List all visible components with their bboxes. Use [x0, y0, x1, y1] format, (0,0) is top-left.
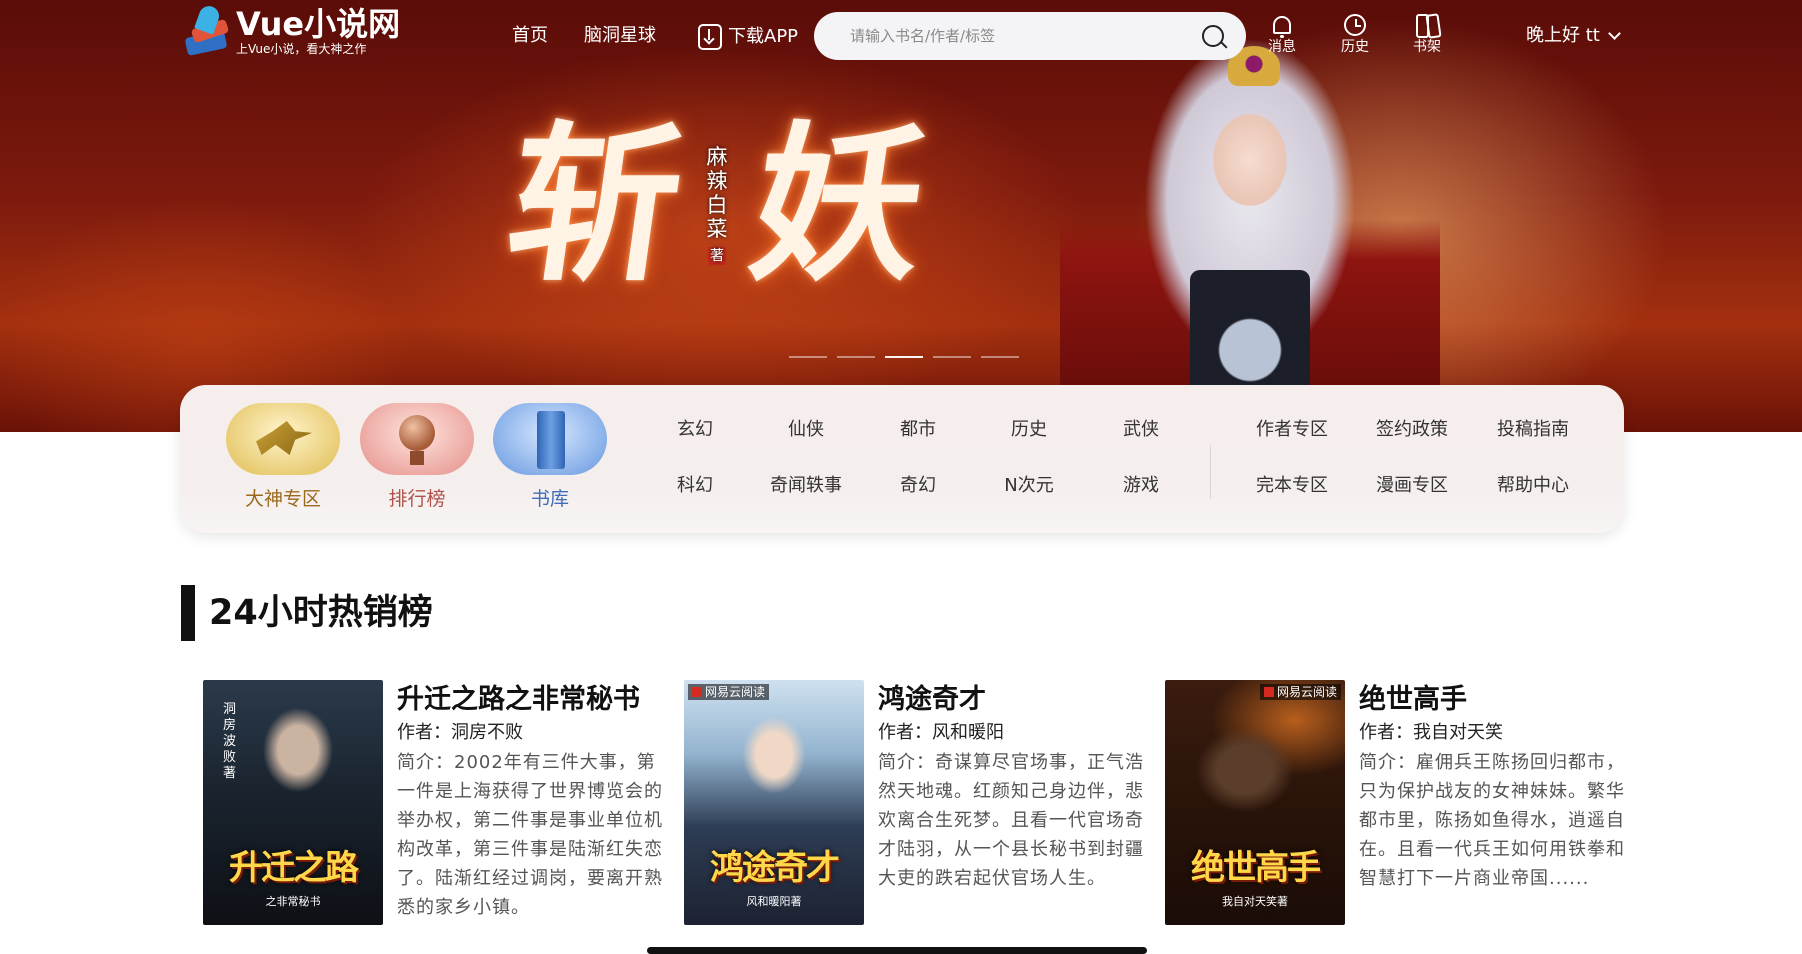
book-title[interactable]: 绝世高手	[1359, 680, 1629, 720]
category-panel: 大神专区 排行榜 书库 玄幻 仙侠 都市 历史 武侠 科幻 奇闻轶事 奇幻 N次…	[180, 385, 1624, 533]
genre-anecdotes[interactable]: 奇闻轶事	[756, 474, 856, 498]
bell-icon	[1273, 16, 1291, 38]
cover-author: 洞房波败著	[223, 702, 237, 781]
banner-author: 麻辣白菜 著	[702, 145, 732, 265]
cover-title: 鸿途奇才	[710, 848, 840, 888]
cover-subtitle: 风和暖阳著	[746, 895, 802, 908]
zone-rankings[interactable]: 排行榜	[360, 403, 474, 511]
nav-link-brain-planet[interactable]: 脑洞星球	[584, 24, 656, 48]
genre-wuxia[interactable]: 武侠	[1091, 418, 1191, 442]
medal-icon	[360, 403, 474, 475]
banner-author-seal: 著	[708, 247, 727, 265]
search-input[interactable]	[850, 27, 1202, 45]
nav-messages-button[interactable]: 消息	[1260, 12, 1304, 56]
clock-icon	[1344, 14, 1366, 36]
cover-title: 绝世高手	[1191, 848, 1321, 888]
carousel-indicators	[789, 356, 1019, 358]
carousel-dot-4[interactable]	[933, 356, 971, 358]
logo-slogan: 上Vue小说，看大神之作	[236, 42, 367, 56]
nav-link-download-app[interactable]: 下载APP	[698, 24, 798, 50]
user-menu[interactable]: 晚上好 tt	[1526, 24, 1621, 48]
book-description: 简介：雇佣兵王陈扬回归都市，只为保护战友的女神妹妹。繁华都市里，陈扬如鱼得水，逍…	[1359, 752, 1625, 889]
book-author: 作者：风和暖阳	[878, 722, 1004, 743]
section-title-hot-sales: 24小时热销榜	[181, 585, 433, 641]
horizontal-scrollbar[interactable]	[647, 947, 1147, 954]
book-card[interactable]: 网易云阅读 绝世高手 我自对天笑著 绝世高手 作者：我自对天笑 简介：雇佣兵王陈…	[1165, 680, 1635, 925]
book-description: 简介：2002年有三件大事，第一件是上海获得了世界博览会的举办权，第二件事是事业…	[397, 752, 663, 918]
genre-urban[interactable]: 都市	[868, 418, 968, 442]
zone-label: 大神专区	[244, 488, 321, 510]
banner-author-name: 麻辣白菜	[706, 145, 728, 241]
service-submission-guide[interactable]: 投稿指南	[1483, 418, 1583, 442]
book-author: 作者：我自对天笑	[1359, 722, 1503, 743]
nav-bookshelf-label: 书架	[1413, 39, 1441, 55]
cover-publisher-badge: 网易云阅读	[688, 684, 770, 700]
nav-messages-label: 消息	[1268, 39, 1296, 55]
zone-library[interactable]: 书库	[493, 403, 607, 511]
site-logo[interactable]: Vue小说网 上Vue小说，看大神之作	[184, 3, 401, 58]
section-title-text: 24小时热销榜	[209, 593, 433, 633]
chevron-down-icon	[1607, 27, 1621, 40]
cover-title: 升迁之路	[229, 848, 359, 888]
zone-label: 书库	[530, 488, 569, 510]
service-help-center[interactable]: 帮助中心	[1483, 474, 1583, 498]
zone-label: 排行榜	[388, 488, 446, 510]
search-bar	[814, 12, 1246, 60]
user-greeting: 晚上好 tt	[1526, 25, 1600, 46]
logo-name: Vue小说网	[236, 5, 401, 43]
service-comic-zone[interactable]: 漫画专区	[1362, 474, 1462, 498]
category-divider	[1210, 445, 1211, 499]
genre-xianxia[interactable]: 仙侠	[756, 418, 856, 442]
banner-character-illustration	[1060, 40, 1440, 432]
nav-link-home[interactable]: 首页	[512, 24, 548, 48]
book-cover[interactable]: 网易云阅读 鸿途奇才 风和暖阳著	[684, 680, 864, 925]
book-cover[interactable]: 网易云阅读 绝世高手 我自对天笑著	[1165, 680, 1345, 925]
book-card[interactable]: 网易云阅读 鸿途奇才 风和暖阳著 鸿途奇才 作者：风和暖阳 简介：奇谋算尽官场事…	[684, 680, 1154, 925]
genre-history[interactable]: 历史	[979, 418, 1079, 442]
book-cover[interactable]: 洞房波败著 升迁之路 之非常秘书	[203, 680, 383, 925]
carousel-dot-5[interactable]	[981, 356, 1019, 358]
logo-books-icon	[184, 3, 232, 58]
cover-subtitle: 之非常秘书	[265, 895, 321, 908]
zone-master-authors[interactable]: 大神专区	[226, 403, 340, 511]
download-icon	[698, 24, 722, 50]
banner-title-char-2: 妖	[739, 105, 939, 305]
banner-title-char-1: 斩	[495, 105, 695, 305]
pegasus-icon	[226, 403, 340, 475]
carousel-dot-3[interactable]	[885, 356, 923, 358]
carousel-dot-1[interactable]	[789, 356, 827, 358]
genre-game[interactable]: 游戏	[1091, 474, 1191, 498]
genre-xuanhuan[interactable]: 玄幻	[645, 418, 745, 442]
nav-history-button[interactable]: 历史	[1333, 12, 1377, 56]
download-app-label: 下载APP	[728, 26, 799, 47]
book-author: 作者：洞房不败	[397, 722, 523, 743]
genre-fantasy[interactable]: 奇幻	[868, 474, 968, 498]
book-title[interactable]: 鸿途奇才	[878, 680, 1148, 720]
bookshelf-icon	[1415, 14, 1439, 38]
book-card[interactable]: 洞房波败著 升迁之路 之非常秘书 升迁之路之非常秘书 作者：洞房不败 简介：20…	[203, 680, 673, 925]
book-title[interactable]: 升迁之路之非常秘书	[397, 680, 667, 720]
book-icon	[493, 403, 607, 475]
nav-bookshelf-button[interactable]: 书架	[1405, 12, 1449, 56]
search-icon[interactable]	[1202, 25, 1224, 47]
top-navigation: Vue小说网 上Vue小说，看大神之作 首页 脑洞星球 下载APP 消息 历史 …	[0, 0, 1802, 72]
book-description: 简介：奇谋算尽官场事，正气浩然天地魂。红颜知己身边伴，悲欢离合生死梦。且看一代官…	[878, 752, 1144, 889]
service-contract-policy[interactable]: 签约政策	[1362, 418, 1462, 442]
genre-n-dimension[interactable]: N次元	[979, 474, 1079, 498]
service-author-zone[interactable]: 作者专区	[1242, 418, 1342, 442]
banner-title: 斩 麻辣白菜 著 妖	[496, 105, 938, 305]
section-title-bar	[181, 585, 195, 641]
service-completed-zone[interactable]: 完本专区	[1242, 474, 1342, 498]
nav-history-label: 历史	[1341, 39, 1369, 55]
genre-scifi[interactable]: 科幻	[645, 474, 745, 498]
cover-publisher-badge: 网易云阅读	[1259, 684, 1341, 700]
carousel-dot-2[interactable]	[837, 356, 875, 358]
cover-subtitle: 我自对天笑著	[1222, 895, 1288, 908]
